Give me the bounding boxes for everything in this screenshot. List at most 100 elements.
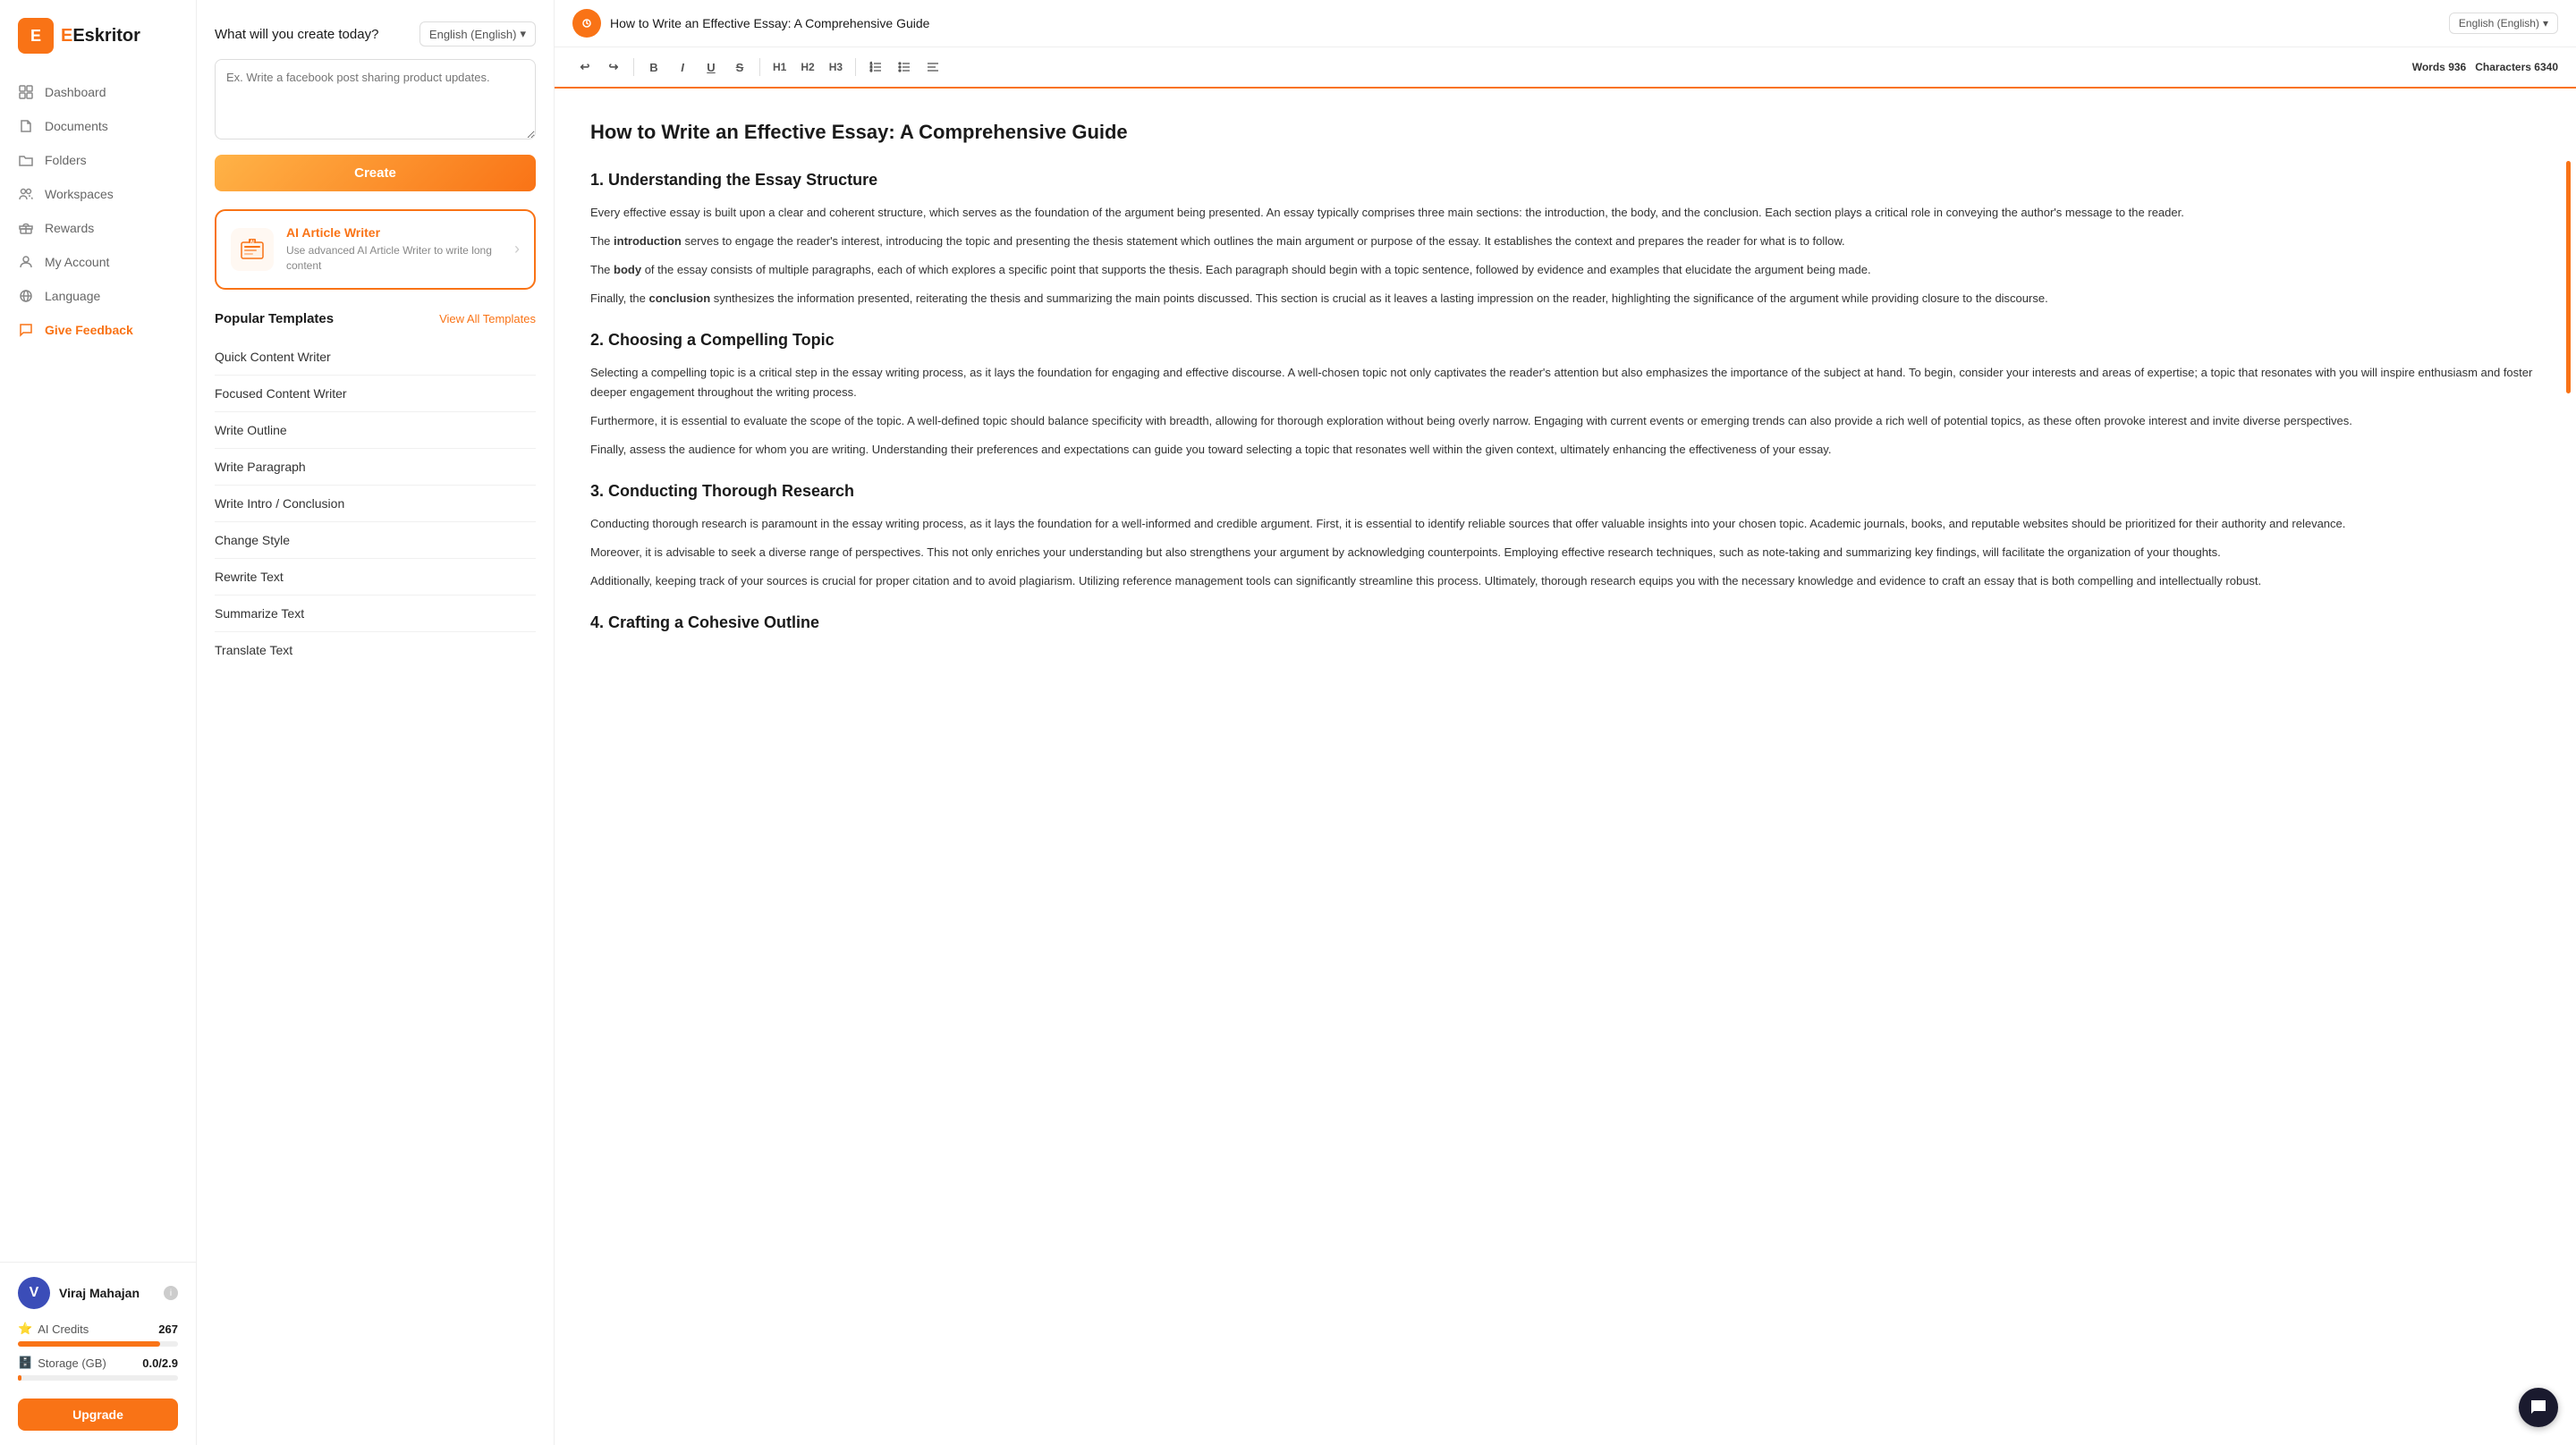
sidebar-label-workspaces: Workspaces (45, 187, 114, 201)
h3-button[interactable]: H3 (824, 55, 848, 80)
svg-text:3: 3 (870, 69, 872, 72)
toolbar-sep-1 (633, 58, 634, 76)
grid-icon (18, 84, 34, 100)
star-icon: ⭐ (18, 1322, 32, 1336)
prompt-textarea[interactable] (215, 59, 536, 139)
storage-progress-fill (18, 1375, 21, 1381)
ai-article-card[interactable]: AI AI Article Writer Use advanced AI Art… (215, 209, 536, 290)
info-icon[interactable]: i (164, 1286, 178, 1300)
upgrade-button[interactable]: Upgrade (18, 1399, 178, 1431)
section-3-p2: Moreover, it is advisable to seek a dive… (590, 543, 2540, 562)
message-icon (18, 322, 34, 338)
chevron-down-icon: ▾ (520, 27, 526, 41)
popular-templates-header: Popular Templates View All Templates (215, 311, 536, 326)
undo-button[interactable]: ↩ (572, 55, 597, 80)
language-selector[interactable]: English (English) ▾ (419, 21, 536, 46)
template-label: Translate Text (215, 643, 292, 657)
template-label: Write Outline (215, 423, 287, 437)
section-2-p3: Finally, assess the audience for whom yo… (590, 440, 2540, 460)
users-icon (18, 186, 34, 202)
template-item[interactable]: Write Paragraph (215, 449, 536, 486)
user-icon (18, 254, 34, 270)
globe-icon (18, 288, 34, 304)
template-label: Rewrite Text (215, 570, 284, 584)
template-item[interactable]: Write Intro / Conclusion (215, 486, 536, 522)
align-button[interactable] (920, 55, 945, 80)
create-header: What will you create today? English (Eng… (215, 21, 536, 46)
storage-row: 🗄️ Storage (GB) 0.0/2.9 (18, 1356, 178, 1370)
credits-label: ⭐ AI Credits (18, 1322, 89, 1336)
template-label: Focused Content Writer (215, 386, 347, 401)
h1-button[interactable]: H1 (767, 55, 792, 80)
toolbar-sep-3 (855, 58, 856, 76)
content-title: How to Write an Effective Essay: A Compr… (590, 115, 2540, 148)
sidebar-label-documents: Documents (45, 119, 108, 133)
word-count: Words 936 Characters 6340 (2412, 61, 2558, 73)
view-all-templates-link[interactable]: View All Templates (439, 312, 536, 325)
template-item[interactable]: Rewrite Text (215, 559, 536, 596)
section-1-p2: The introduction serves to engage the re… (590, 232, 2540, 251)
underline-button[interactable]: U (699, 55, 724, 80)
chevron-down-icon: ▾ (2543, 17, 2548, 30)
sidebar-item-documents[interactable]: Documents (0, 109, 196, 143)
storage-icon: 🗄️ (18, 1356, 32, 1370)
folder-icon (18, 152, 34, 168)
ai-card-title: AI Article Writer (286, 225, 502, 240)
main-nav: Dashboard Documents Folders (0, 68, 196, 1262)
storage-label: 🗄️ Storage (GB) (18, 1356, 106, 1370)
bold-button[interactable]: B (641, 55, 666, 80)
sidebar-bottom: V Viraj Mahajan i ⭐ AI Credits 267 🗄️ St… (0, 1262, 196, 1445)
chat-bubble[interactable] (2519, 1388, 2558, 1427)
template-label: Summarize Text (215, 606, 304, 621)
redo-button[interactable]: ↪ (601, 55, 626, 80)
template-label: Quick Content Writer (215, 350, 331, 364)
credits-progress-fill (18, 1341, 160, 1347)
sidebar-item-rewards[interactable]: Rewards (0, 211, 196, 245)
template-label: Write Intro / Conclusion (215, 496, 344, 511)
credits-row: ⭐ AI Credits 267 (18, 1322, 178, 1336)
popular-templates-title: Popular Templates (215, 311, 334, 326)
chevron-right-icon: › (514, 240, 520, 258)
ordered-list-button[interactable]: 1 2 3 (863, 55, 888, 80)
editor-language-selector[interactable]: English (English) ▾ (2449, 13, 2558, 34)
h2-button[interactable]: H2 (795, 55, 819, 80)
unordered-list-button[interactable] (892, 55, 917, 80)
user-name: Viraj Mahajan (59, 1286, 140, 1300)
editor-panel: How to Write an Effective Essay: A Compr… (555, 0, 2576, 1445)
logo-icon: E (18, 18, 54, 54)
app-name: EEskritor (61, 26, 140, 46)
create-title: What will you create today? (215, 27, 378, 42)
scroll-indicator (2566, 161, 2571, 393)
template-item[interactable]: Focused Content Writer (215, 376, 536, 412)
sidebar-label-dashboard: Dashboard (45, 85, 106, 99)
template-item[interactable]: Summarize Text (215, 596, 536, 632)
create-button[interactable]: Create (215, 155, 536, 191)
sidebar-label-folders: Folders (45, 153, 87, 167)
ai-card-content: AI Article Writer Use advanced AI Articl… (286, 225, 502, 274)
user-row: V Viraj Mahajan i (18, 1277, 178, 1309)
template-item[interactable]: Write Outline (215, 412, 536, 449)
file-icon (18, 118, 34, 134)
ai-card-desc: Use advanced AI Article Writer to write … (286, 243, 502, 274)
sidebar-item-workspaces[interactable]: Workspaces (0, 177, 196, 211)
sidebar-item-dashboard[interactable]: Dashboard (0, 75, 196, 109)
template-item[interactable]: Change Style (215, 522, 536, 559)
credits-value: 267 (158, 1322, 178, 1336)
editor-toolbar: ↩ ↪ B I U S H1 H2 H3 1 2 3 (555, 47, 2576, 89)
section-4-heading: 4. Crafting a Cohesive Outline (590, 609, 2540, 637)
sidebar-item-my-account[interactable]: My Account (0, 245, 196, 279)
sidebar-label-my-account: My Account (45, 255, 109, 269)
sidebar-item-give-feedback[interactable]: Give Feedback (0, 313, 196, 347)
credits-progress-bg (18, 1341, 178, 1347)
sidebar-label-language: Language (45, 289, 100, 303)
editor-content[interactable]: How to Write an Effective Essay: A Compr… (555, 89, 2576, 1445)
italic-button[interactable]: I (670, 55, 695, 80)
section-3-p1: Conducting thorough research is paramoun… (590, 514, 2540, 534)
sidebar-item-folders[interactable]: Folders (0, 143, 196, 177)
strikethrough-button[interactable]: S (727, 55, 752, 80)
section-1-p3: The body of the essay consists of multip… (590, 260, 2540, 280)
template-item[interactable]: Quick Content Writer (215, 339, 536, 376)
section-1-heading: 1. Understanding the Essay Structure (590, 166, 2540, 194)
template-item[interactable]: Translate Text (215, 632, 536, 668)
sidebar-item-language[interactable]: Language (0, 279, 196, 313)
